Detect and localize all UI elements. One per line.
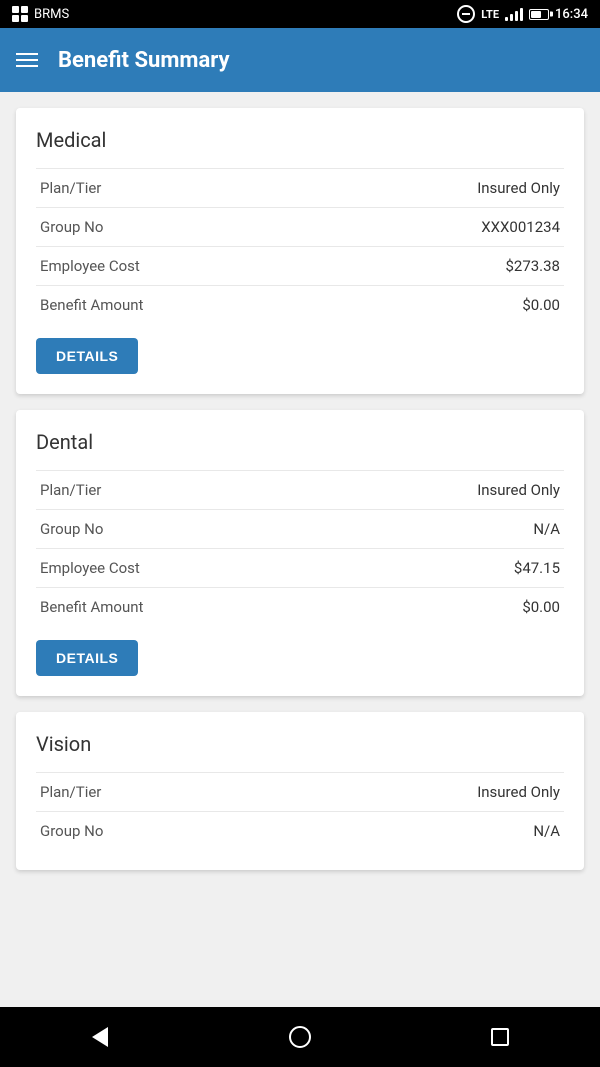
status-bar: BRMS LTE 16:34 (0, 0, 600, 28)
back-icon (92, 1027, 108, 1047)
page-title: Benefit Summary (58, 48, 230, 73)
dental-card: Dental Plan/Tier Insured Only Group No N… (16, 410, 584, 696)
vision-card: Vision Plan/Tier Insured Only Group No N… (16, 712, 584, 870)
time-label: 16:34 (555, 7, 588, 22)
battery-icon (529, 9, 549, 20)
medical-group-no-value: XXX001234 (481, 218, 560, 236)
medical-benefit-amount-label: Benefit Amount (40, 296, 143, 314)
medical-plan-tier-label: Plan/Tier (40, 179, 101, 197)
medical-plan-tier-row: Plan/Tier Insured Only (36, 168, 564, 207)
dental-title: Dental (36, 430, 564, 454)
battery-body (529, 9, 549, 20)
medical-benefit-amount-row: Benefit Amount $0.00 (36, 285, 564, 324)
medical-employee-cost-label: Employee Cost (40, 257, 140, 275)
home-button[interactable] (280, 1017, 320, 1057)
dental-employee-cost-value: $47.15 (514, 559, 560, 577)
battery-fill (531, 11, 541, 18)
dental-employee-cost-row: Employee Cost $47.15 (36, 548, 564, 587)
dental-benefit-amount-row: Benefit Amount $0.00 (36, 587, 564, 626)
medical-title: Medical (36, 128, 564, 152)
recent-apps-button[interactable] (480, 1017, 520, 1057)
dental-group-no-label: Group No (40, 520, 103, 538)
dental-employee-cost-label: Employee Cost (40, 559, 140, 577)
app-name-label: BRMS (34, 7, 69, 22)
signal-bar-2 (510, 14, 513, 21)
dental-benefit-amount-value: $0.00 (522, 598, 560, 616)
medical-group-no-label: Group No (40, 218, 103, 236)
medical-card: Medical Plan/Tier Insured Only Group No … (16, 108, 584, 394)
signal-bar-3 (515, 11, 518, 21)
signal-bars (505, 7, 523, 21)
home-icon (289, 1026, 311, 1048)
vision-group-no-row: Group No N/A (36, 811, 564, 850)
dental-plan-tier-value: Insured Only (477, 481, 560, 499)
medical-employee-cost-value: $273.38 (505, 257, 560, 275)
medical-employee-cost-row: Employee Cost $273.38 (36, 246, 564, 285)
vision-plan-tier-value: Insured Only (477, 783, 560, 801)
back-button[interactable] (80, 1017, 120, 1057)
dental-plan-tier-label: Plan/Tier (40, 481, 101, 499)
grid-icon (12, 6, 28, 22)
bottom-nav (0, 1007, 600, 1067)
dental-benefit-amount-label: Benefit Amount (40, 598, 143, 616)
lte-label: LTE (481, 8, 499, 21)
signal-bar-1 (505, 17, 508, 21)
dental-group-no-value: N/A (533, 520, 560, 538)
vision-plan-tier-row: Plan/Tier Insured Only (36, 772, 564, 811)
app-bar: Benefit Summary (0, 28, 600, 92)
main-content: Medical Plan/Tier Insured Only Group No … (0, 92, 600, 1007)
dental-group-no-row: Group No N/A (36, 509, 564, 548)
vision-title: Vision (36, 732, 564, 756)
vision-plan-tier-label: Plan/Tier (40, 783, 101, 801)
status-right: LTE 16:34 (457, 5, 588, 23)
recent-icon (491, 1028, 509, 1046)
medical-details-button[interactable]: DETAILS (36, 338, 138, 374)
dnd-icon (457, 5, 475, 23)
status-left: BRMS (12, 6, 69, 22)
medical-plan-tier-value: Insured Only (477, 179, 560, 197)
vision-group-no-value: N/A (533, 822, 560, 840)
vision-group-no-label: Group No (40, 822, 103, 840)
medical-benefit-amount-value: $0.00 (522, 296, 560, 314)
dental-details-button[interactable]: DETAILS (36, 640, 138, 676)
signal-bar-4 (520, 8, 523, 21)
medical-group-no-row: Group No XXX001234 (36, 207, 564, 246)
dental-plan-tier-row: Plan/Tier Insured Only (36, 470, 564, 509)
app-icon: BRMS (12, 6, 69, 22)
hamburger-menu-icon[interactable] (16, 53, 38, 67)
